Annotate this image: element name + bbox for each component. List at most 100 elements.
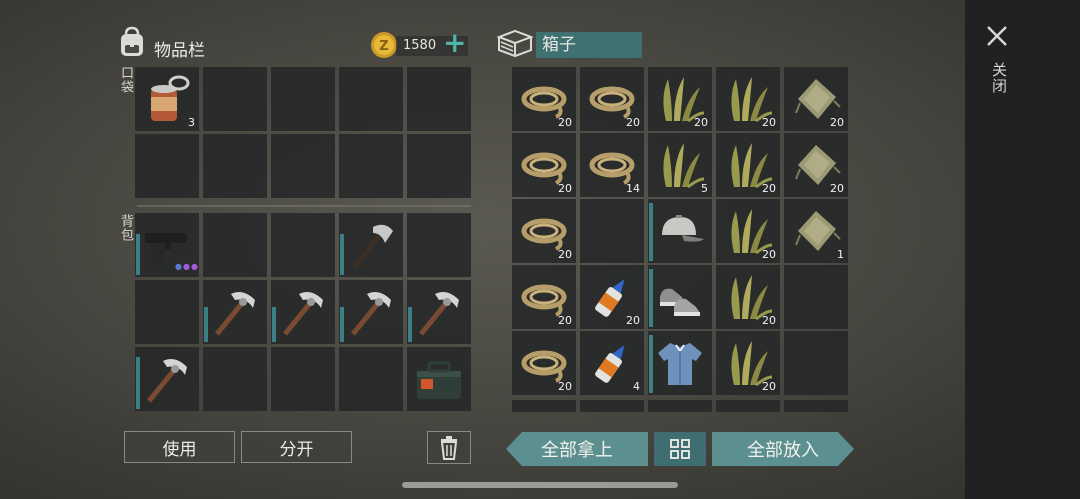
box-slot[interactable]: 14 — [580, 133, 644, 197]
box-slot[interactable] — [580, 199, 644, 263]
backpack-slot[interactable] — [271, 213, 335, 277]
take-all-button[interactable]: 全部拿上 — [506, 432, 648, 466]
item-count: 5 — [701, 182, 708, 195]
svg-text:Z: Z — [379, 39, 388, 54]
item-count: 3 — [188, 116, 195, 129]
split-button[interactable]: 分开 — [241, 431, 352, 463]
box-slot[interactable]: 20 — [716, 199, 780, 263]
durability-bar — [136, 357, 140, 409]
box-slot[interactable] — [648, 199, 712, 263]
pocket-slot[interactable] — [339, 67, 403, 131]
backpack-slot[interactable]: ●●● — [135, 213, 199, 277]
box-slot[interactable]: 20 — [580, 67, 644, 131]
backpack-slot[interactable] — [339, 280, 403, 344]
durability-bar — [649, 269, 653, 327]
pocket-slot[interactable] — [271, 134, 335, 198]
pocket-label: 口袋 — [118, 66, 133, 94]
side-panel — [965, 0, 1080, 499]
item-count: 20 — [762, 248, 776, 261]
backpack-slot[interactable] — [135, 347, 199, 411]
pocket-slot[interactable] — [135, 134, 199, 198]
item-count: 20 — [830, 182, 844, 195]
durability-bar — [649, 335, 653, 393]
box-slot[interactable]: 20 — [512, 331, 576, 395]
backpack-slot[interactable] — [407, 280, 471, 344]
box-title: 箱子 — [536, 32, 642, 58]
durability-bar — [204, 307, 208, 342]
delete-button[interactable] — [427, 431, 471, 464]
box-slot[interactable]: 20 — [784, 133, 848, 197]
item-count: 20 — [558, 182, 572, 195]
backpack-slot[interactable] — [203, 213, 267, 277]
box-slot[interactable]: 20 — [580, 265, 644, 329]
item-count: 20 — [626, 314, 640, 327]
trash-icon — [440, 435, 458, 460]
backpack-icon — [117, 26, 147, 62]
backpack-slot[interactable] — [203, 347, 267, 411]
box-slot[interactable]: 20 — [512, 199, 576, 263]
box-slot[interactable]: 20 — [716, 331, 780, 395]
box-slot[interactable] — [784, 331, 848, 395]
sort-button[interactable] — [654, 432, 706, 466]
backpack-slot[interactable] — [339, 347, 403, 411]
put-all-button[interactable]: 全部放入 — [712, 432, 854, 466]
divider — [137, 205, 471, 207]
pocket-slot[interactable] — [339, 134, 403, 198]
box-slot[interactable]: 1 — [784, 199, 848, 263]
backpack-slot[interactable] — [339, 213, 403, 277]
pocket-slot[interactable]: 3 — [135, 67, 199, 131]
box-slot[interactable]: 20 — [716, 265, 780, 329]
box-slot[interactable]: 20 — [784, 67, 848, 131]
box-icon — [496, 28, 534, 62]
pocket-slot[interactable] — [407, 67, 471, 131]
backpack-slot[interactable] — [271, 347, 335, 411]
inventory-title: 物品栏 — [154, 41, 205, 61]
home-indicator — [402, 482, 678, 488]
box-slot[interactable] — [784, 265, 848, 329]
box-slot[interactable]: 5 — [648, 133, 712, 197]
item-count: 1 — [837, 248, 844, 261]
box-slot[interactable]: 20 — [648, 67, 712, 131]
backpack-slot[interactable] — [135, 280, 199, 344]
durability-bar — [340, 234, 344, 275]
item-count: 20 — [558, 116, 572, 129]
item-count: 20 — [558, 248, 572, 261]
pocket-slot[interactable] — [407, 134, 471, 198]
pocket-slot[interactable] — [271, 67, 335, 131]
item-count: 20 — [762, 182, 776, 195]
backpack-label: 背包 — [118, 214, 133, 242]
box-slot[interactable]: 20 — [512, 265, 576, 329]
box-grid-partial-row — [512, 400, 849, 412]
durability-bar — [272, 307, 276, 342]
close-label[interactable]: 关闭 — [989, 62, 1010, 94]
box-slot[interactable]: 20 — [716, 67, 780, 131]
attachment-dots: ●●● — [175, 262, 199, 271]
box-slot[interactable]: 4 — [580, 331, 644, 395]
box-slot[interactable]: 20 — [512, 67, 576, 131]
backpack-slot[interactable] — [203, 280, 267, 344]
pocket-slot[interactable] — [203, 134, 267, 198]
item-count: 20 — [626, 116, 640, 129]
item-count: 20 — [694, 116, 708, 129]
backpack-slot[interactable] — [407, 213, 471, 277]
item-count: 20 — [762, 314, 776, 327]
pocket-slot[interactable] — [203, 67, 267, 131]
coin-icon: Z — [369, 30, 399, 64]
close-icon — [987, 26, 1007, 46]
backpack-slot[interactable] — [407, 347, 471, 411]
durability-bar — [408, 307, 412, 342]
add-coins-button[interactable]: + — [443, 26, 466, 59]
item-count: 20 — [830, 116, 844, 129]
box-slot[interactable]: 20 — [512, 133, 576, 197]
box-slot[interactable] — [648, 331, 712, 395]
use-button[interactable]: 使用 — [124, 431, 235, 463]
box-slot[interactable] — [648, 265, 712, 329]
grid-icon — [670, 439, 690, 459]
item-count: 20 — [558, 380, 572, 393]
box-slot[interactable]: 20 — [716, 133, 780, 197]
item-count: 14 — [626, 182, 640, 195]
item-count: 20 — [558, 314, 572, 327]
close-button[interactable] — [985, 24, 1009, 52]
backpack-slot[interactable] — [271, 280, 335, 344]
durability-bar — [136, 234, 140, 275]
